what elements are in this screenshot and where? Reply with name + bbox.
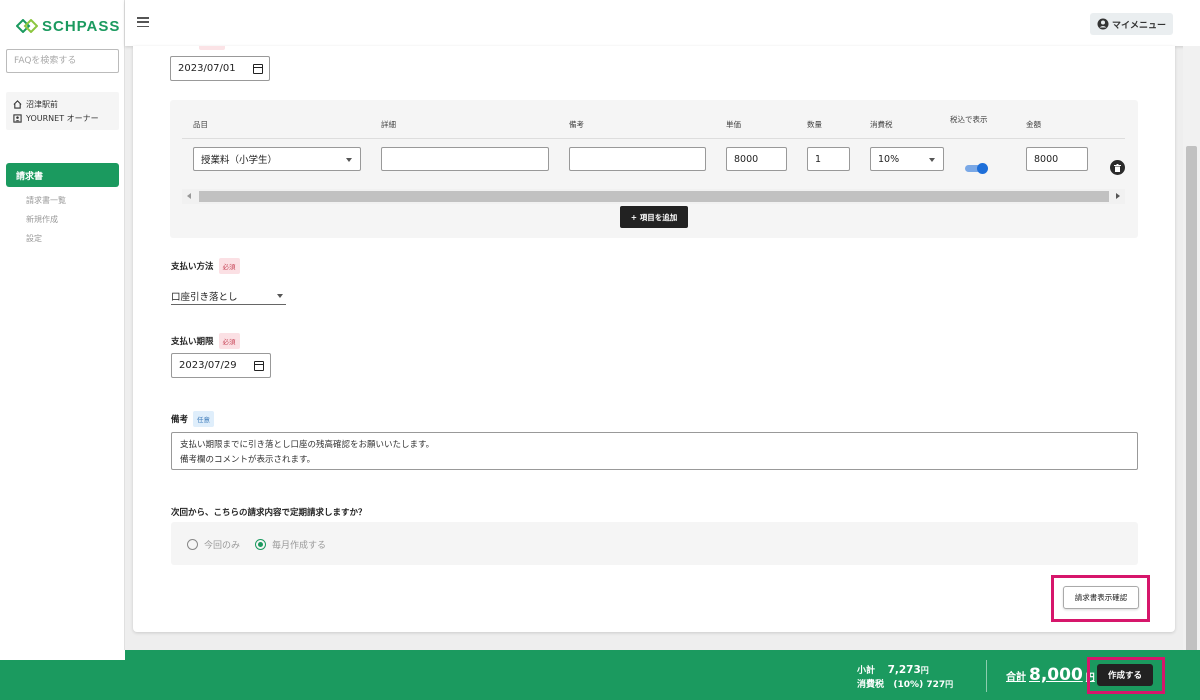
recurring-question: 次回から、こちらの請求内容で定期請求しますか？ <box>171 508 367 518</box>
preview-invoice-button[interactable]: 請求書表示確認 <box>1063 586 1139 609</box>
calendar-icon[interactable] <box>253 64 263 74</box>
detail-input[interactable] <box>381 147 549 171</box>
item-select[interactable]: 授業料（小学生） <box>193 147 361 171</box>
radio-once[interactable]: 今回のみ <box>187 538 240 551</box>
col-header-amount: 金額 <box>1026 120 1041 129</box>
tax-select[interactable]: 10% <box>870 147 944 171</box>
sidebar: SCHPASS 沼津駅前 YOURNET オーナー 請求書 請求書一覧 新規作成… <box>0 0 125 660</box>
invoice-form-card: 2023/07/01 品目 詳細 備考 単価 数量 消費税 税込で表示 金額 授… <box>133 46 1175 632</box>
top-header: マイメニュー <box>125 0 1200 46</box>
tax-value: 727 <box>926 680 946 690</box>
page-scrollbar[interactable] <box>1183 46 1200 660</box>
quantity-input[interactable]: 1 <box>807 147 850 171</box>
col-header-item: 品目 <box>193 120 208 129</box>
col-header-unit-price: 単価 <box>726 120 741 129</box>
required-badge: 必須 <box>218 258 240 274</box>
col-header-note: 備考 <box>569 120 584 129</box>
total-value: 8,000 <box>1029 665 1083 685</box>
logo-icon <box>16 19 38 33</box>
remarks-label: 備考 任意 <box>171 411 215 427</box>
sidebar-item-new-invoice[interactable]: 新規作成 <box>26 214 58 225</box>
hamburger-menu-icon[interactable] <box>137 17 149 28</box>
trash-icon <box>1114 163 1121 172</box>
amount-input[interactable]: 8000 <box>1026 147 1088 171</box>
footer-summary-bar: 小計 7,273円 消費税 (10%) 727円 合計 8,000 円 作成する <box>0 650 1200 700</box>
remarks-textarea[interactable]: 支払い期限までに引き落とし口座の残高確認をお願いいたします。 備考欄のコメントが… <box>171 432 1138 470</box>
radio-unchecked-icon[interactable] <box>187 539 198 550</box>
scroll-right-icon[interactable] <box>1116 193 1120 199</box>
chevron-down-icon <box>346 158 352 162</box>
col-header-quantity: 数量 <box>807 120 822 129</box>
account-box-icon <box>13 113 22 123</box>
total-label: 合計 <box>1006 672 1026 683</box>
optional-badge: 任意 <box>193 411 215 427</box>
items-table: 品目 詳細 備考 単価 数量 消費税 税込で表示 金額 授業料（小学生） 800… <box>170 100 1138 238</box>
items-horizontal-scrollbar[interactable] <box>182 189 1125 204</box>
tax-rate: (10%) <box>893 680 924 690</box>
tax-label: 消費税 <box>857 680 885 690</box>
payment-method-label: 支払い方法 必須 <box>171 258 240 274</box>
col-header-tax-included: 税込で表示 <box>950 115 988 124</box>
my-menu-label: マイメニュー <box>1111 20 1166 31</box>
recurring-radio-group: 今回のみ 毎月作成する <box>171 522 1138 565</box>
totals-breakdown: 小計 7,273円 消費税 (10%) 727円 <box>857 664 954 690</box>
logo-text: SCHPASS <box>42 17 121 35</box>
radio-checked-icon[interactable] <box>255 539 266 550</box>
sidebar-item-invoices[interactable]: 請求書 <box>6 163 119 187</box>
home-icon <box>13 99 22 109</box>
sidebar-item-invoice-list[interactable]: 請求書一覧 <box>26 195 66 206</box>
radio-monthly[interactable]: 毎月作成する <box>255 538 326 551</box>
payment-method-select[interactable]: 口座引き落とし <box>171 287 286 305</box>
school-info: 沼津駅前 YOURNET オーナー <box>6 92 119 130</box>
unit-price-input[interactable]: 8000 <box>726 147 787 171</box>
subtotal-label: 小計 <box>857 666 876 676</box>
faq-search-input[interactable] <box>6 49 119 73</box>
tax-included-toggle[interactable] <box>965 163 989 174</box>
school-name: 沼津駅前 <box>26 99 58 109</box>
sidebar-item-settings[interactable]: 設定 <box>26 233 42 244</box>
issue-date-input[interactable]: 2023/07/01 <box>170 56 270 81</box>
payment-due-label: 支払い期限 必須 <box>171 333 240 349</box>
account-name: YOURNET オーナー <box>26 113 99 123</box>
chevron-down-icon <box>929 158 935 162</box>
app-logo[interactable]: SCHPASS <box>16 16 120 36</box>
account-circle-icon <box>1097 18 1109 30</box>
create-invoice-button[interactable]: 作成する <box>1097 664 1153 686</box>
delete-row-button[interactable] <box>1110 160 1125 175</box>
col-header-tax: 消費税 <box>870 120 893 129</box>
payment-due-date-input[interactable]: 2023/07/29 <box>171 353 271 378</box>
calendar-icon[interactable] <box>254 361 264 371</box>
required-badge-partial <box>199 46 225 50</box>
note-input[interactable] <box>569 147 706 171</box>
grand-total: 合計 8,000 円 <box>1006 665 1095 685</box>
add-item-button[interactable]: + 項目を追加 <box>620 206 688 228</box>
subtotal-value: 7,273 <box>887 664 921 676</box>
col-header-detail: 詳細 <box>381 120 396 129</box>
scroll-left-icon[interactable] <box>187 193 191 199</box>
my-menu-button[interactable]: マイメニュー <box>1090 13 1173 35</box>
chevron-down-icon <box>277 294 283 298</box>
required-badge: 必須 <box>218 333 240 349</box>
